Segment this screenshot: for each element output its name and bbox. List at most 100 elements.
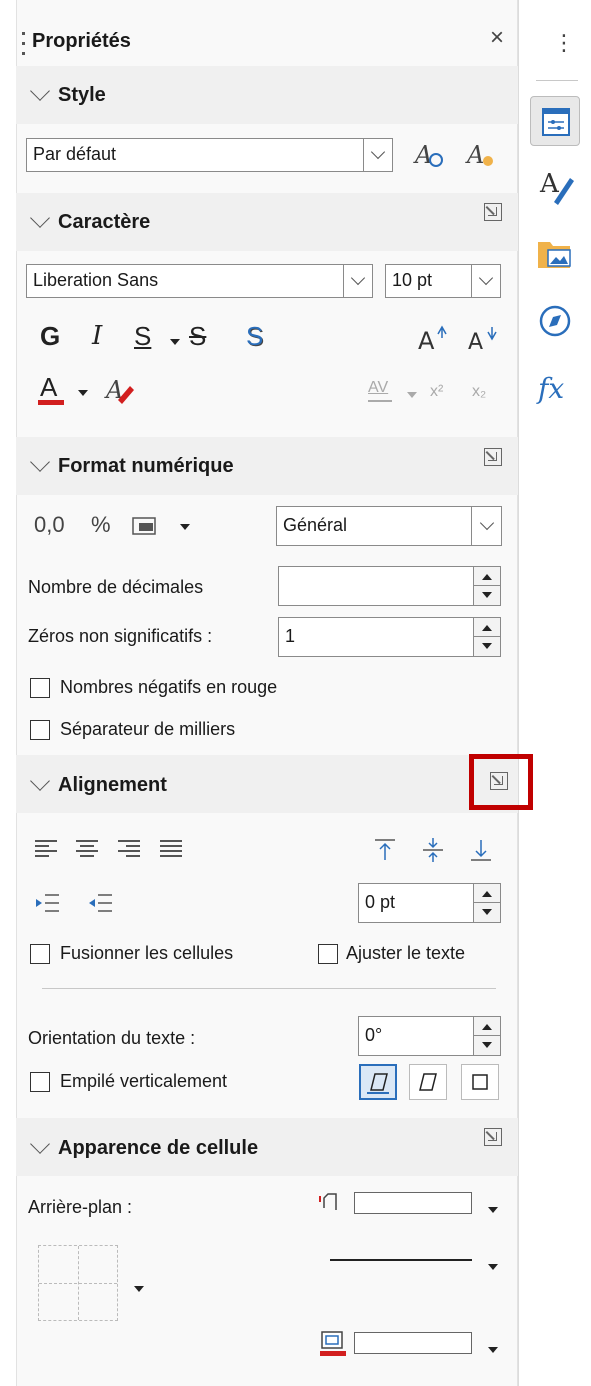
indent-field[interactable]: 0 pt [358,883,474,923]
background-color-dropdown-icon[interactable] [488,1207,498,1213]
style-select[interactable]: Par défaut [26,138,364,172]
tab-functions[interactable]: fx [530,362,580,412]
panel-title: Propriétés [32,30,131,52]
character-spacing-button[interactable]: AV [368,380,388,396]
underline-dropdown-icon[interactable] [170,339,180,345]
number-format-more-options-icon[interactable] [484,448,502,466]
text-edge-bottom-button[interactable] [359,1064,397,1100]
orientation-spinner[interactable] [473,1016,501,1056]
align-left-icon[interactable] [35,840,57,858]
decrease-indent-icon[interactable] [88,893,114,913]
strikethrough-button[interactable]: S [189,323,206,349]
indent-spinner[interactable] [473,883,501,923]
spacing-dropdown-icon[interactable] [407,392,417,398]
svg-text:A: A [418,327,435,354]
increase-font-size-icon: A [418,325,447,355]
border-color-icon[interactable] [318,1328,348,1358]
align-center-icon[interactable] [76,840,98,858]
negative-red-checkbox[interactable] [30,678,50,698]
align-top-icon[interactable] [372,836,398,864]
background-color-swatch[interactable] [354,1192,472,1214]
cell-appearance-more-options-icon[interactable] [484,1128,502,1146]
tab-navigator[interactable] [530,296,580,346]
border-line-style-preview[interactable] [330,1259,472,1261]
negative-red-label: Nombres négatifs en rouge [60,677,278,697]
border-color-swatch[interactable] [354,1332,472,1354]
thousands-separator-checkbox[interactable] [30,720,50,740]
character-more-options-icon[interactable] [484,203,502,221]
style-dropdown-button[interactable] [363,138,393,172]
tab-gallery[interactable] [530,230,580,280]
cell-border-dropdown-icon[interactable] [134,1286,144,1292]
new-style-icon: A [465,141,493,169]
number-format-dropdown-icon[interactable] [180,524,190,530]
subscript-button[interactable]: x₂ [472,384,486,400]
shadow-button[interactable]: S [246,323,263,349]
new-style-button[interactable]: A [465,138,497,172]
styles-icon: A [539,169,574,205]
tab-styles[interactable]: A [530,160,580,210]
alignment-separator [42,988,496,989]
font-color-button[interactable]: A [40,374,57,400]
leading-zeros-label: Zéros non significatifs : [28,626,213,646]
merge-cells-label: Fusionner les cellules [60,943,234,963]
align-bottom-icon[interactable] [468,836,494,864]
percent-format-button[interactable]: % [91,514,111,536]
number-format-select[interactable]: Général [276,506,472,546]
functions-icon: fx [536,372,564,405]
leading-zeros-field[interactable]: 1 [278,617,474,657]
bold-button[interactable]: G [40,323,60,349]
superscript-button[interactable]: x² [430,384,443,400]
vertical-stack-checkbox[interactable] [30,1072,50,1092]
vertical-stack-label: Empilé verticalement [60,1071,228,1091]
italic-button[interactable]: I [92,323,102,349]
font-name-field[interactable]: Liberation Sans [26,264,344,298]
wrap-text-label: Ajuster le texte [346,943,466,963]
update-style-button[interactable]: A [413,138,445,172]
decrease-font-size-button[interactable]: A [468,322,498,355]
tab-properties[interactable] [530,96,580,146]
currency-icon [132,517,156,535]
svg-text:A: A [468,330,483,354]
background-label: Arrière-plan : [28,1197,133,1217]
wrap-text-checkbox[interactable] [318,944,338,964]
font-size-dropdown-button[interactable] [471,264,501,298]
properties-icon [542,108,570,136]
align-right-icon[interactable] [118,840,140,858]
decimals-spinner[interactable] [473,566,501,606]
currency-format-button[interactable] [130,512,160,540]
alignment-more-options-highlight [469,754,533,810]
cell-appearance-section-title: Apparence de cellule [58,1137,259,1159]
underline-button[interactable]: S [134,323,151,349]
style-section-title: Style [58,84,106,106]
character-section-title: Caractère [58,211,151,233]
font-name-dropdown-button[interactable] [343,264,373,298]
fill-bucket-icon[interactable] [318,1188,348,1218]
border-color-dropdown-icon[interactable] [488,1347,498,1353]
panel-grip-icon[interactable] [22,30,26,60]
number-format-dropdown-button[interactable] [471,506,502,546]
decimals-label: Nombre de décimales [28,577,204,597]
orientation-field[interactable]: 0° [358,1016,474,1056]
font-size-field[interactable]: 10 pt [385,264,472,298]
border-line-style-dropdown-icon[interactable] [488,1264,498,1270]
text-edge-top-button[interactable] [409,1064,447,1100]
decimal-format-button[interactable]: 0,0 [34,514,65,536]
text-edge-inside-button[interactable] [461,1064,499,1100]
increase-font-size-button[interactable]: A [418,322,448,355]
merge-cells-checkbox[interactable] [30,944,50,964]
alignment-section-title: Alignement [58,774,167,796]
sidebar-menu-icon[interactable]: ⋮ [553,30,575,56]
highlight-color-button[interactable]: A [104,372,138,406]
leading-zeros-spinner[interactable] [473,617,501,657]
close-icon[interactable]: × [490,24,504,52]
align-middle-icon[interactable] [420,836,446,864]
align-justify-icon[interactable] [160,840,182,858]
font-color-dropdown-icon[interactable] [78,390,88,396]
cell-border-preview[interactable] [38,1245,118,1321]
svg-text:fx: fx [536,372,564,405]
increase-indent-icon[interactable] [35,893,61,913]
decimals-field[interactable] [278,566,474,606]
number-format-section-title: Format numérique [58,455,234,477]
thousands-separator-label: Séparateur de milliers [60,719,236,739]
